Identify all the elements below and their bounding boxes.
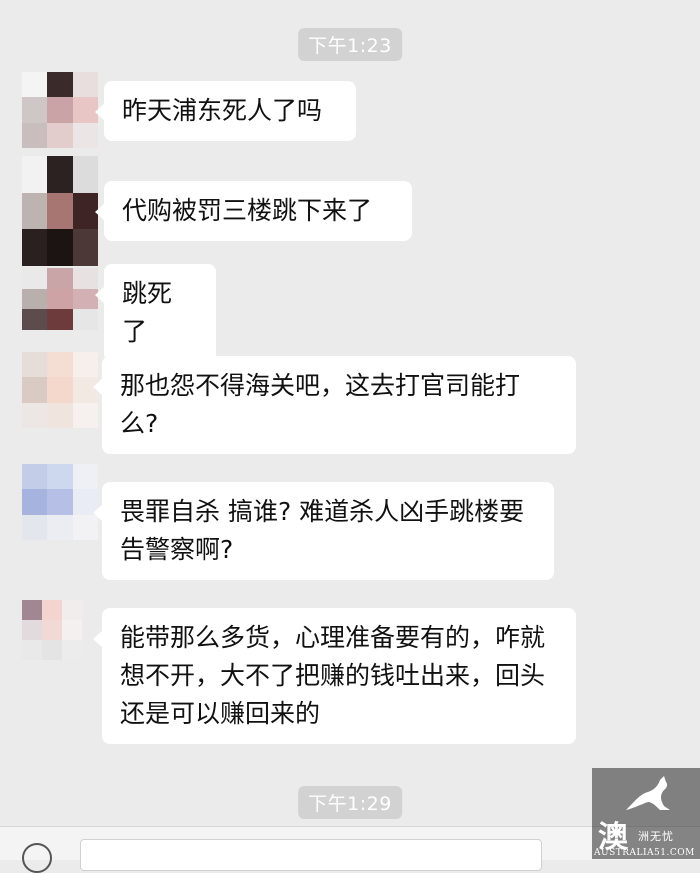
avatar-pixel — [22, 268, 48, 289]
message-input[interactable] — [80, 839, 542, 871]
avatar-pixel — [47, 309, 73, 330]
avatar-pixel — [62, 640, 82, 660]
avatar-pixel — [47, 229, 73, 266]
time-divider-1: 下午1:23 — [298, 28, 402, 61]
avatar-pixel — [47, 464, 73, 490]
avatar-pixel — [22, 288, 48, 310]
avatar[interactable] — [22, 600, 82, 660]
avatar-pixel — [47, 97, 73, 123]
avatar-pixel — [47, 192, 73, 230]
avatar-pixel — [62, 620, 82, 640]
voice-icon[interactable] — [22, 843, 52, 873]
avatar-pixel — [47, 352, 73, 378]
avatar-pixel — [22, 620, 42, 640]
avatar-pixel — [42, 600, 62, 620]
avatar-pixel — [47, 122, 73, 148]
avatar-pixel — [72, 72, 98, 98]
avatar-pixel — [22, 514, 48, 540]
avatar-pixel — [22, 377, 48, 403]
avatar[interactable] — [22, 352, 98, 428]
avatar-pixel — [22, 72, 48, 98]
avatar[interactable] — [22, 268, 98, 330]
message-bubble[interactable]: 昨天浦东死人了吗 — [95, 81, 356, 141]
avatar-pixel — [22, 229, 48, 266]
time-divider-2: 下午1:29 — [298, 786, 402, 819]
avatar-pixel — [42, 640, 62, 660]
avatar-pixel — [22, 309, 48, 330]
avatar-pixel — [72, 309, 98, 330]
avatar-pixel — [47, 402, 73, 428]
avatar-pixel — [22, 97, 48, 123]
message-bubble[interactable]: 畏罪自杀 搞谁? 难道杀人凶手跳楼要告警察啊? — [93, 482, 554, 580]
watermark-url: AUSTRALIA51.COM — [594, 848, 695, 858]
avatar[interactable] — [22, 156, 98, 266]
avatar-pixel — [22, 640, 42, 660]
avatar-pixel — [47, 514, 73, 540]
avatar[interactable] — [22, 72, 98, 148]
avatar-pixel — [72, 156, 98, 193]
avatar-pixel — [22, 122, 48, 148]
avatar-pixel — [47, 72, 73, 98]
avatar-pixel — [47, 489, 73, 515]
avatar-pixel — [72, 229, 98, 266]
watermark-logo: 澳 洲无忧 AUSTRALIA51.COM — [592, 768, 700, 859]
avatar-pixel — [22, 352, 48, 378]
avatar-pixel — [22, 464, 48, 490]
message-bubble[interactable]: 那也怨不得海关吧，这去打官司能打么? — [93, 356, 576, 454]
avatar-pixel — [47, 156, 73, 193]
message-bubble[interactable]: 跳死了 — [95, 264, 216, 362]
avatar-pixel — [22, 402, 48, 428]
avatar-pixel — [72, 122, 98, 148]
watermark-text: 洲无忧 — [638, 830, 674, 843]
avatar-pixel — [42, 620, 62, 640]
message-bubble[interactable]: 代购被罚三楼跳下来了 — [95, 181, 412, 241]
avatar-pixel — [72, 352, 98, 378]
avatar-pixel — [22, 156, 48, 193]
avatar-pixel — [72, 464, 98, 490]
message-bubble[interactable]: 能带那么多货，心理准备要有的，咋就想不开，大不了把赚的钱吐出来，回头还是可以赚回… — [93, 608, 576, 744]
avatar[interactable] — [22, 464, 98, 540]
avatar-pixel — [47, 288, 73, 310]
avatar-pixel — [47, 377, 73, 403]
avatar-pixel — [72, 402, 98, 428]
kangaroo-icon — [626, 776, 670, 810]
avatar-pixel — [22, 489, 48, 515]
avatar-pixel — [22, 600, 42, 620]
avatar-pixel — [47, 268, 73, 289]
avatar-pixel — [22, 192, 48, 230]
avatar-pixel — [62, 600, 82, 620]
